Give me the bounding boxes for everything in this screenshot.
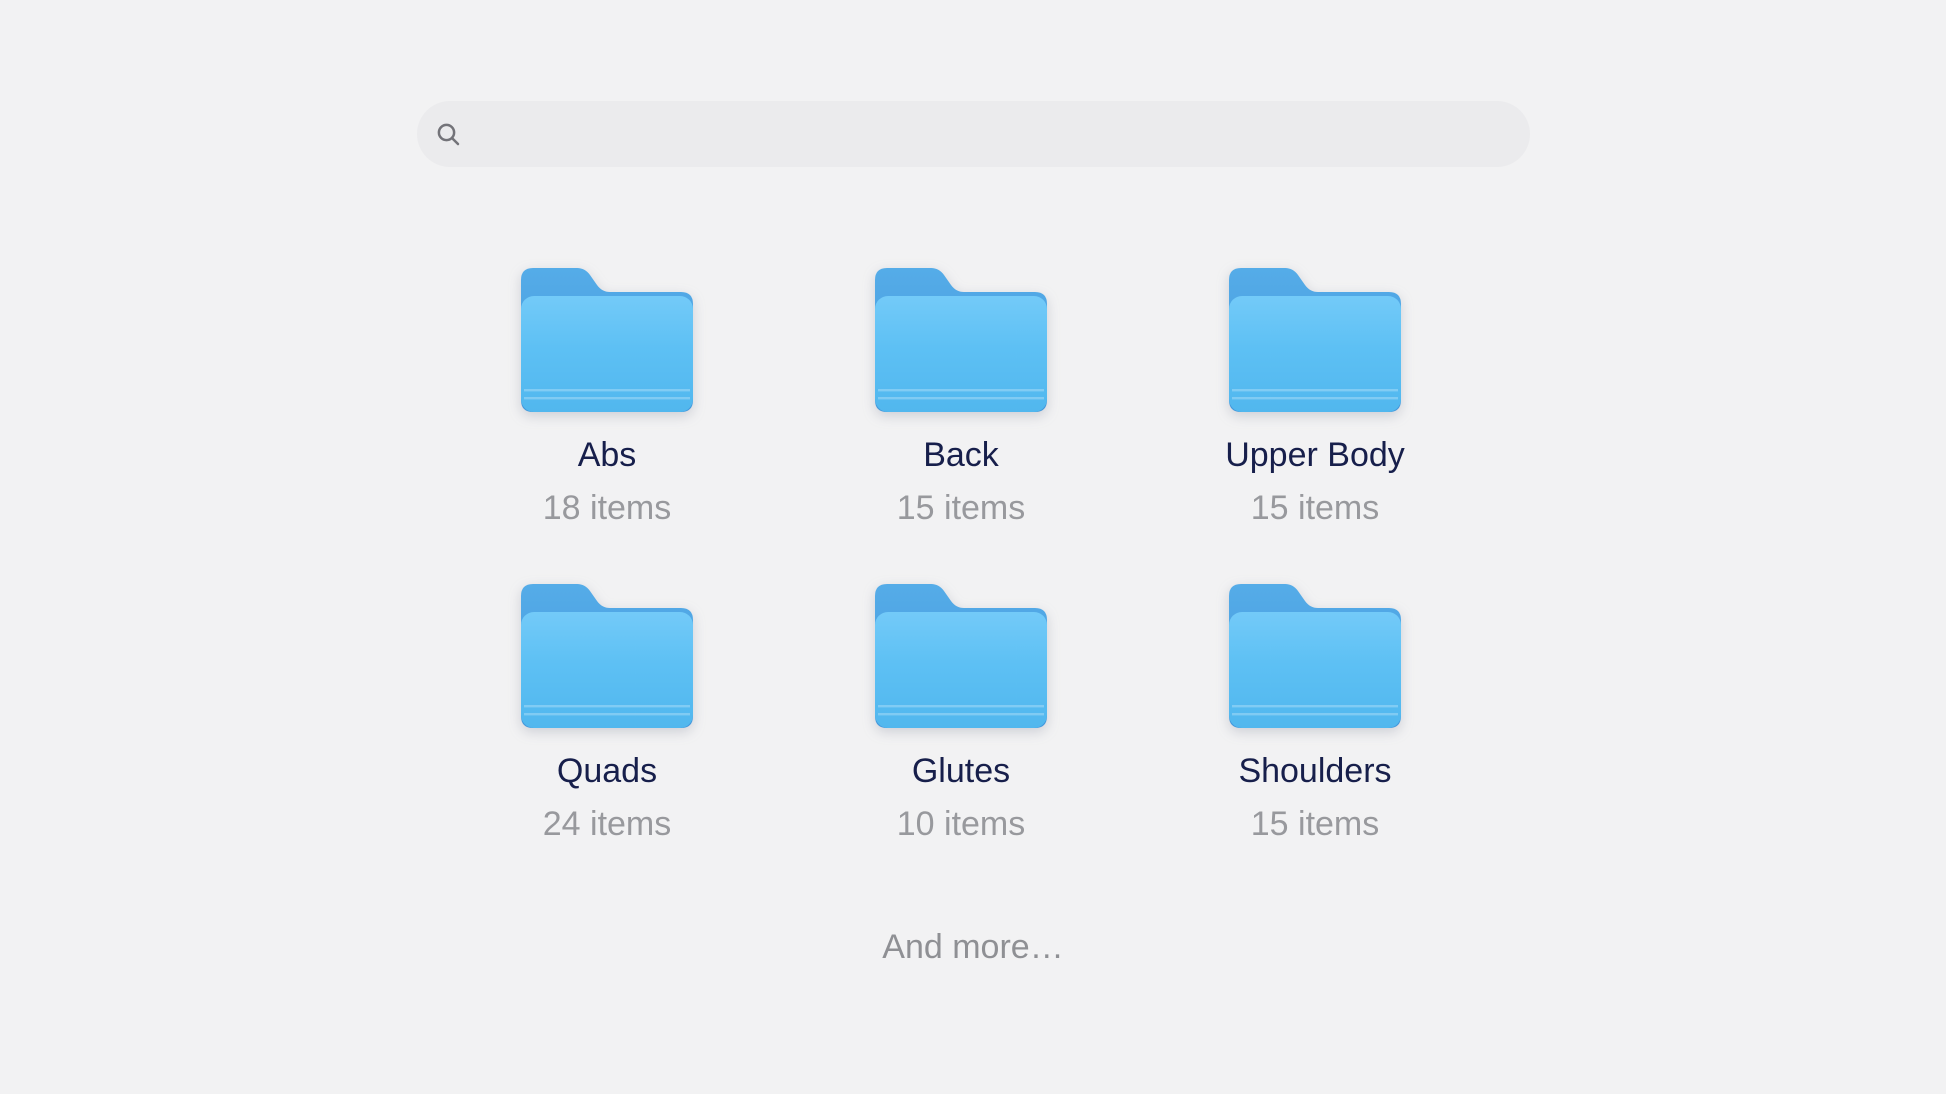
folder-name: Glutes	[912, 752, 1010, 790]
folder-count: 24 items	[543, 805, 672, 843]
folder-tile-back[interactable]: Back 15 items	[784, 268, 1138, 527]
folder-icon	[875, 584, 1047, 728]
folder-tile-quads[interactable]: Quads 24 items	[430, 584, 784, 843]
folder-name: Upper Body	[1225, 436, 1405, 474]
search-input[interactable]	[476, 100, 1510, 168]
search-bar[interactable]	[417, 101, 1530, 167]
folder-tile-shoulders[interactable]: Shoulders 15 items	[1138, 584, 1492, 843]
more-label: And more…	[0, 928, 1946, 966]
folder-grid: Abs 18 items Back 15 items	[430, 268, 1492, 843]
folder-tile-abs[interactable]: Abs 18 items	[430, 268, 784, 527]
folder-icon	[875, 268, 1047, 412]
folder-icon	[521, 584, 693, 728]
folder-count: 10 items	[897, 805, 1026, 843]
folder-name: Quads	[557, 752, 657, 790]
folder-name: Back	[923, 436, 999, 474]
folder-count: 18 items	[543, 489, 672, 527]
folder-count: 15 items	[1251, 489, 1380, 527]
folder-count: 15 items	[897, 489, 1026, 527]
folder-tile-upper-body[interactable]: Upper Body 15 items	[1138, 268, 1492, 527]
folder-icon	[1229, 584, 1401, 728]
folder-name: Shoulders	[1238, 752, 1391, 790]
search-icon	[435, 121, 462, 148]
folder-icon	[1229, 268, 1401, 412]
folder-icon	[521, 268, 693, 412]
folder-count: 15 items	[1251, 805, 1380, 843]
folder-tile-glutes[interactable]: Glutes 10 items	[784, 584, 1138, 843]
folder-name: Abs	[578, 436, 637, 474]
